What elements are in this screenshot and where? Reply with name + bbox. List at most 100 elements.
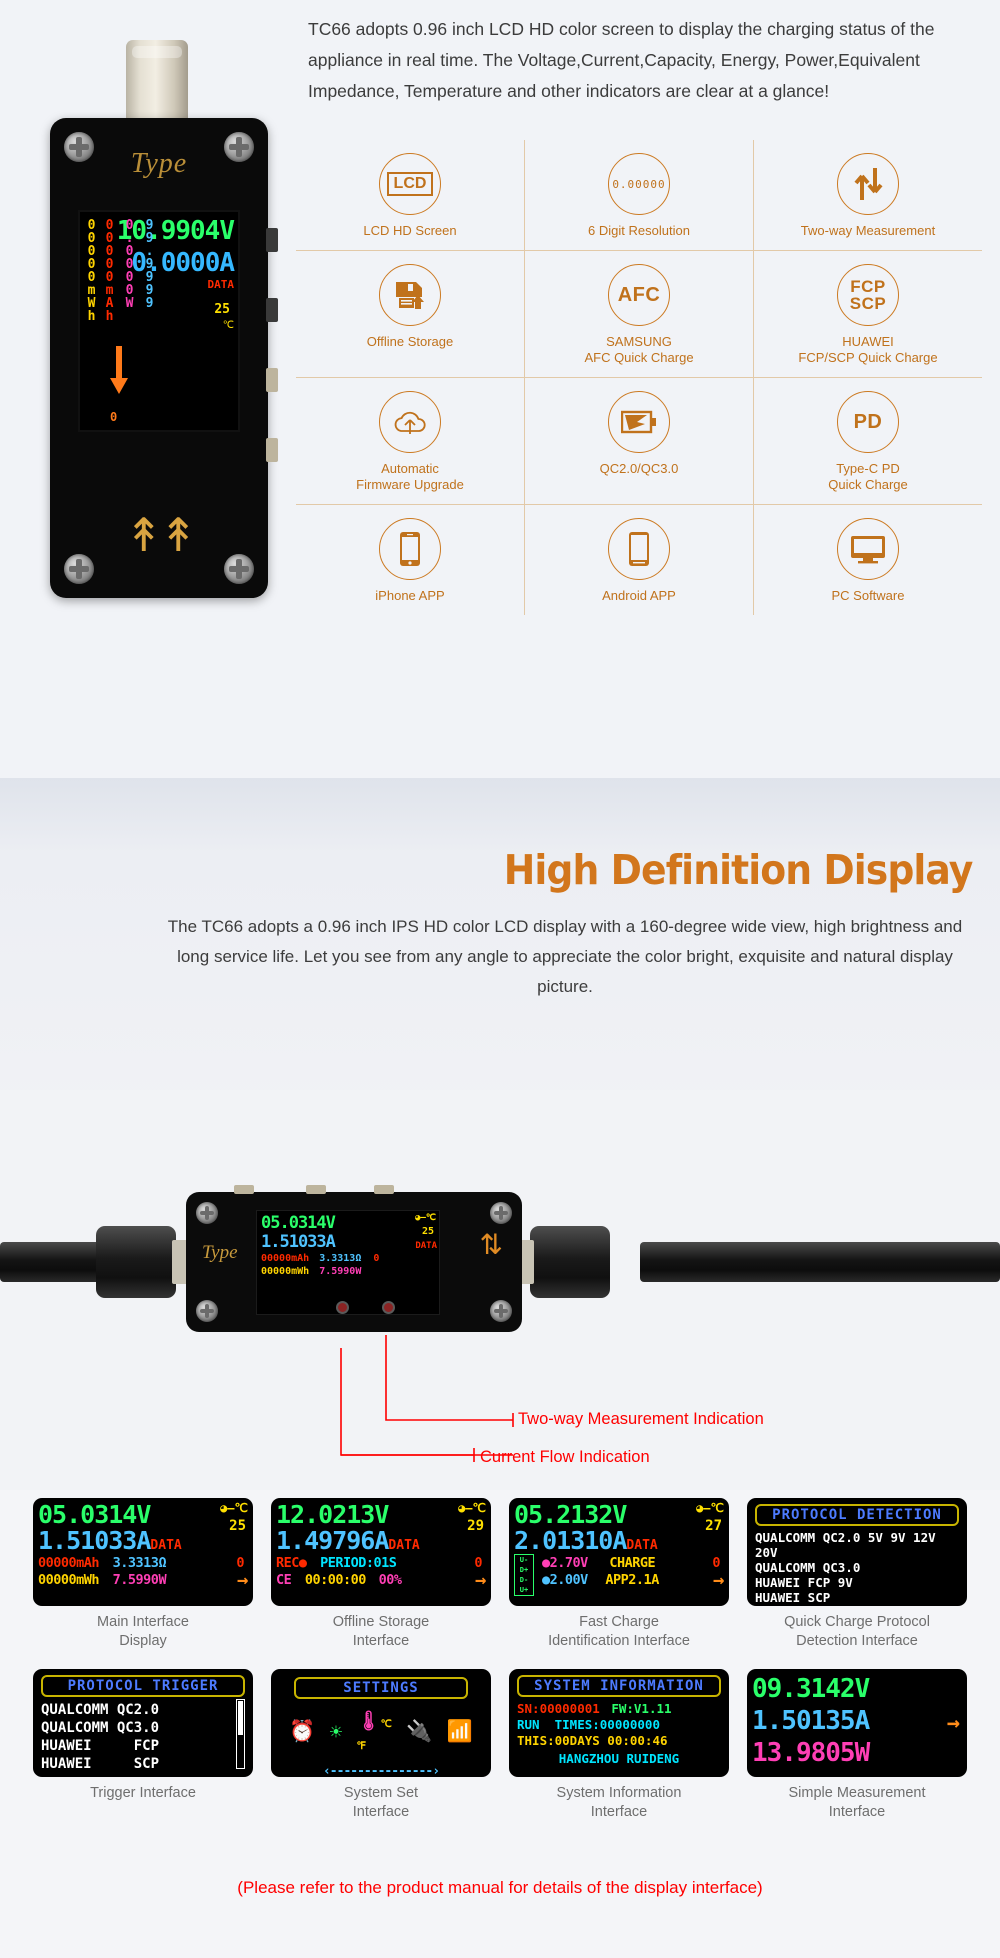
brightness-icon[interactable]: ☀: [330, 1720, 343, 1744]
feature-label: 6 Digit Resolution: [588, 223, 690, 238]
interface-protocol-detection[interactable]: PROTOCOL DETECTION QUALCOMM QC2.0 5V 9V …: [747, 1498, 967, 1651]
feature-firmware-upgrade[interactable]: Automatic Firmware Upgrade: [296, 378, 525, 504]
feature-row: iPhone APP Android APP PC Software: [296, 505, 982, 615]
tc66-device-body: Type 10.9904V 0.0000A 00000mWh 00000mAh …: [50, 118, 278, 598]
intro-section: TC66 adopts 0.96 inch LCD HD color scree…: [0, 0, 1000, 778]
fcp-scp-icon: FCP SCP: [837, 264, 899, 326]
monitor-icon: [837, 518, 899, 580]
monitor-svg: [851, 536, 885, 564]
bluetooth-icon[interactable]: 📶: [447, 1719, 473, 1744]
interface-caption: System Set Interface: [343, 1785, 419, 1820]
screen-list-item: QUALCOMM QC2.0 5V 9V 12V 20V: [755, 1530, 936, 1560]
feature-lcd-hd-screen[interactable]: LCD LCD HD Screen: [296, 140, 525, 250]
screen-preview: 09.3142V 1.50135A → 13.9805W: [747, 1669, 967, 1777]
floppy-save-svg: [396, 282, 424, 309]
feature-label: LCD HD Screen: [363, 223, 457, 238]
current-direction-arrow-icon: [116, 346, 122, 380]
interface-caption: Offline Storage Interface: [332, 1614, 430, 1649]
two-way-arrows-svg: [854, 168, 883, 200]
interface-fast-charge[interactable]: 05.2132V 2.01310ADATA U- D+ D- U+ ●2.70V…: [509, 1498, 729, 1651]
interface-main[interactable]: 05.0314V 1.51033ADATA 00000mAh 3.3313Ω 0…: [33, 1498, 253, 1651]
feature-6-digit-resolution[interactable]: 0.00000 6 Digit Resolution: [525, 140, 754, 250]
usb-icon[interactable]: 🔌: [406, 1719, 432, 1744]
callout-lines: [340, 1335, 514, 1462]
callout-current-flow: Current Flow Indication: [480, 1448, 650, 1466]
feature-label: Two-way Measurement: [800, 223, 936, 238]
feature-iphone-app[interactable]: iPhone APP: [296, 505, 525, 615]
cloud-upload-icon: [379, 391, 441, 453]
interface-caption: Quick Charge Protocol Detection Interfac…: [784, 1614, 930, 1649]
clock-icon[interactable]: ⏰: [289, 1719, 315, 1744]
feature-type-c-pd[interactable]: PD Type-C PD Quick Charge: [754, 378, 982, 504]
current-direction-arrow-head-icon: [110, 378, 128, 394]
pin-label: D+: [519, 1566, 529, 1574]
screen-dp-minus: ●2.00V: [542, 1572, 588, 1588]
side-tab: [266, 298, 278, 322]
screen-dp-plus: ●2.70V: [542, 1555, 588, 1571]
screen-list-item: HUAWEI FCP: [41, 1738, 160, 1754]
screen-scrollbar[interactable]: [236, 1699, 245, 1769]
screen-mah: 00000mAh: [38, 1555, 100, 1571]
side-tab: [266, 228, 278, 252]
screen-ohm: 3.3313Ω: [112, 1555, 167, 1571]
screen-voltage: 12.0213V: [276, 1500, 389, 1529]
screen-list-item: HUAWEI SCP: [41, 1756, 160, 1772]
feature-qc-charge[interactable]: QC2.0/QC3.0: [525, 378, 754, 504]
feature-two-way-measurement[interactable]: Two-way Measurement: [754, 140, 982, 250]
feature-row: Offline Storage AFC SAMSUNG AFC Quick Ch…: [296, 251, 982, 378]
pd-icon: PD: [837, 391, 899, 453]
cloud-upload-svg: [394, 411, 426, 434]
product-page: TC66 adopts 0.96 inch LCD HD color scree…: [0, 0, 1000, 1958]
screen-voltage: 05.0314V: [38, 1500, 151, 1529]
screen-ce: CE: [276, 1572, 292, 1588]
feature-offline-storage[interactable]: Offline Storage: [296, 251, 525, 377]
settings-slider[interactable]: ‹---------------›: [276, 1764, 486, 1777]
interface-simple-measurement[interactable]: 09.3142V 1.50135A → 13.9805W Simple Meas…: [747, 1669, 967, 1822]
lcd-screen-icon: LCD: [379, 153, 441, 215]
thermometer-icon: ◕—℃: [696, 1501, 724, 1515]
screen-list-item: QUALCOMM QC2.0: [41, 1702, 160, 1718]
screen-mwh: 00000mWh: [38, 1572, 100, 1588]
pin-label: U+: [519, 1586, 529, 1594]
lcd-mah: 00000mAh: [102, 218, 117, 322]
interface-system-information[interactable]: SYSTEM INFORMATION SN:00000001 FW:V1.11 …: [509, 1669, 729, 1822]
lcd-temperature-unit: ℃: [222, 320, 234, 331]
pin-label: D-: [519, 1576, 529, 1584]
floppy-save-icon: [379, 264, 441, 326]
side-tab: [266, 438, 278, 462]
battery-bolt-icon: [608, 391, 670, 453]
battery-bolt-svg: [621, 410, 656, 434]
interface-caption: Trigger Interface: [90, 1785, 196, 1801]
interface-offline-storage[interactable]: 12.0213V 1.49796ADATA REC● PERIOD:01S 0 …: [271, 1498, 491, 1651]
seven-segment-digits-icon: 0.00000: [608, 153, 670, 215]
interface-settings[interactable]: SETTINGS ⏰ ☀ 🌡℃ ℉ 🔌 📶 ‹---------------› S…: [271, 1669, 491, 1822]
screen-arrow-icon: →: [713, 1569, 724, 1591]
lcd-ohm: 99.9999: [142, 218, 157, 309]
screen-current: 2.01310A: [514, 1526, 627, 1555]
interface-protocol-trigger[interactable]: PROTOCOL TRIGGER QUALCOMM QC2.0 QUALCOMM…: [33, 1669, 253, 1822]
screen-list-item: QUALCOMM QC3.0: [41, 1720, 160, 1736]
screen-current: 1.50135A: [752, 1706, 870, 1736]
screw-icon: [64, 554, 94, 584]
feature-huawei-fcp-scp[interactable]: FCP SCP HUAWEI FCP/SCP Quick Charge: [754, 251, 982, 377]
lcd-data-tag: DATA: [207, 278, 235, 291]
feature-pc-software[interactable]: PC Software: [754, 505, 982, 615]
feature-label: PC Software: [831, 588, 905, 603]
afc-glyph: AFC: [617, 283, 661, 306]
screw-icon: [64, 132, 94, 162]
feature-label: iPhone APP: [375, 588, 445, 603]
pd-glyph: PD: [853, 410, 883, 433]
thermometer-icon[interactable]: 🌡℃ ℉: [357, 1709, 392, 1754]
feature-android-app[interactable]: Android APP: [525, 505, 754, 615]
interface-gallery-section: 05.0314V 1.51033ADATA 00000mAh 3.3313Ω 0…: [0, 1490, 1000, 1958]
screw-icon: [224, 554, 254, 584]
feature-samsung-afc[interactable]: AFC SAMSUNG AFC Quick Charge: [525, 251, 754, 377]
callout-section: Type 05.0314V 1.51033A 00000mAh 3.3313Ω …: [0, 1090, 1000, 1510]
iphone-icon: [379, 518, 441, 580]
android-phone-icon: [608, 518, 670, 580]
screen-arrow-icon: →: [475, 1569, 486, 1591]
screen-preview: 12.0213V 1.49796ADATA REC● PERIOD:01S 0 …: [271, 1498, 491, 1606]
screen-title: SETTINGS: [294, 1677, 468, 1699]
screen-app: APP2.1A: [605, 1572, 659, 1588]
footer-note: (Please refer to the product manual for …: [237, 1878, 763, 1897]
